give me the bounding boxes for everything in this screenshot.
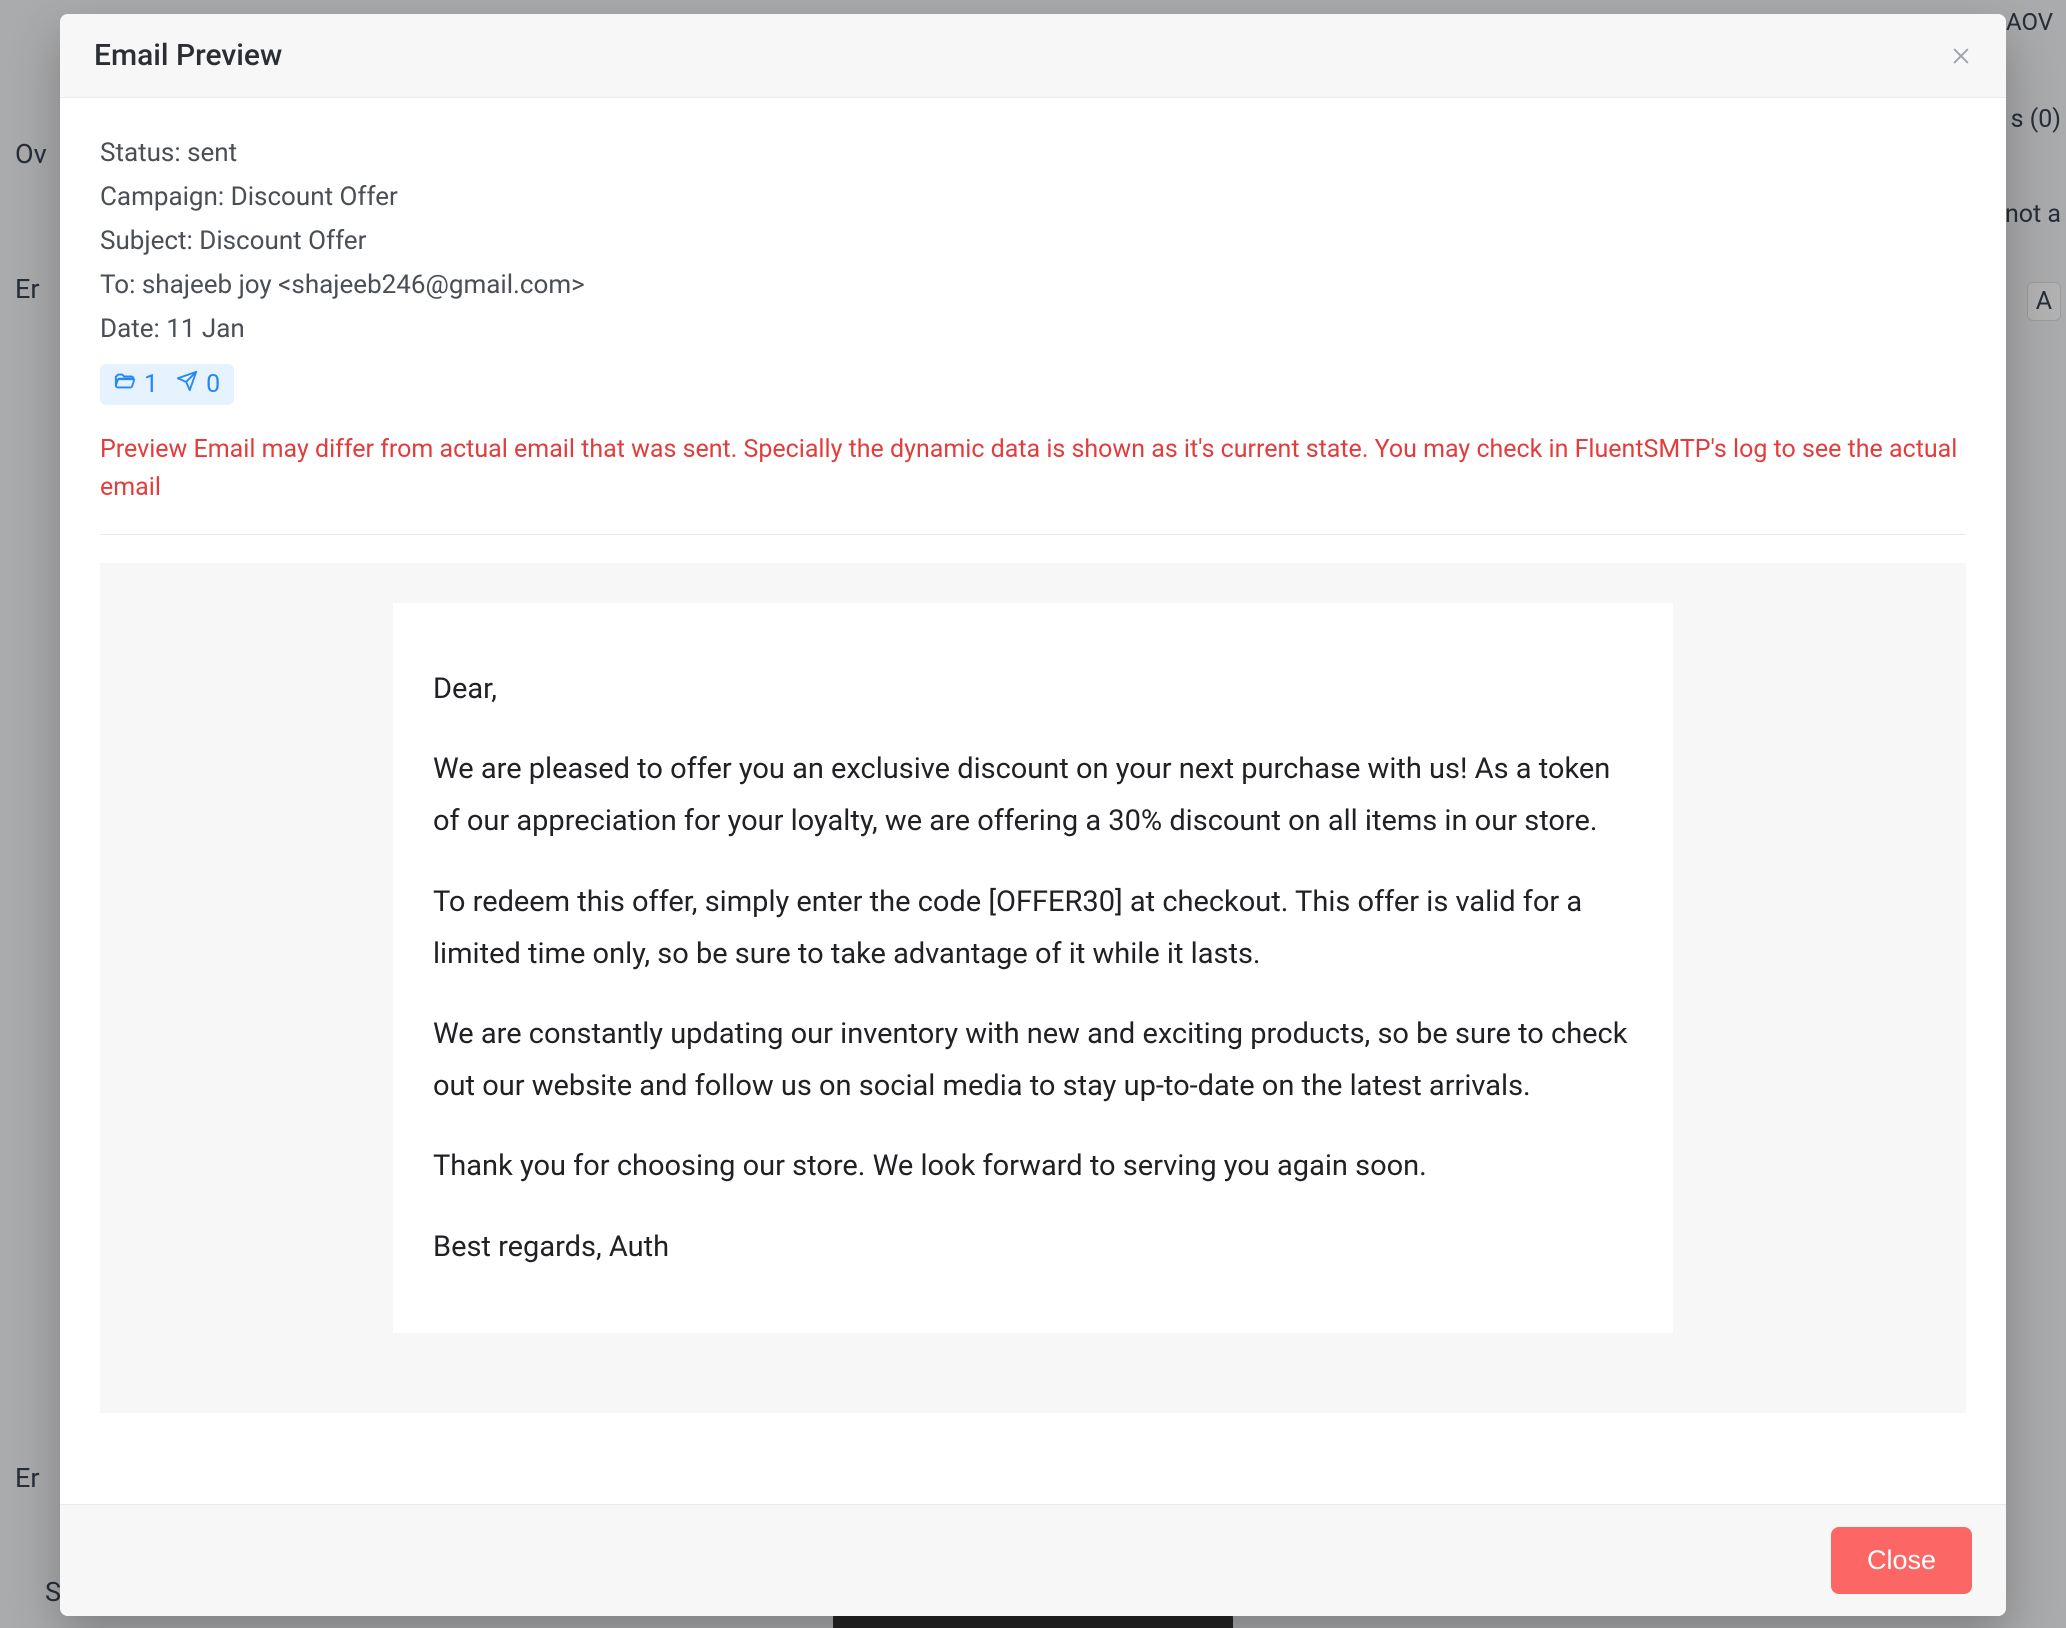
bg-text-a: A [2027, 282, 2061, 321]
meta-to: To: shajeeb joy <shajeeb246@gmail.com> [100, 270, 1966, 300]
email-preview-container: Dear, We are pleased to offer you an exc… [100, 563, 1966, 1413]
meta-date-label: Date: [100, 314, 160, 344]
email-paragraph-4: Thank you for choosing our store. We loo… [433, 1140, 1633, 1192]
email-paragraph-2: To redeem this offer, simply enter the c… [433, 876, 1633, 980]
meta-subject-value: Discount Offer [199, 226, 366, 256]
stat-clicks-value: 0 [206, 370, 220, 399]
meta-to-label: To: [100, 270, 135, 300]
meta-status-label: Status: [100, 138, 181, 168]
close-icon[interactable] [1950, 45, 1972, 67]
meta-campaign-value: Discount Offer [231, 182, 398, 212]
bg-text-s0: s (0) [2011, 105, 2061, 134]
email-greeting: Dear, [433, 663, 1633, 715]
meta-campaign: Campaign: Discount Offer [100, 182, 1966, 212]
meta-campaign-label: Campaign: [100, 182, 224, 212]
meta-to-value: shajeeb joy <shajeeb246@gmail.com> [142, 270, 585, 300]
modal-body: Status: sent Campaign: Discount Offer Su… [60, 98, 2006, 1504]
bg-text-er2: Er [15, 1462, 40, 1494]
meta-date-value: 11 Jan [166, 314, 245, 344]
bg-text-nota: not a [2005, 200, 2061, 229]
close-button[interactable]: Close [1831, 1527, 1972, 1594]
bg-text-sc: S [45, 1576, 61, 1608]
meta-subject: Subject: Discount Offer [100, 226, 1966, 256]
email-preview-body: Dear, We are pleased to offer you an exc… [393, 603, 1673, 1333]
email-preview-modal: Email Preview Status: sent Campaign: Dis… [60, 14, 2006, 1616]
email-paragraph-3: We are constantly updating our inventory… [433, 1008, 1633, 1112]
send-icon [176, 370, 198, 399]
email-signoff: Best regards, Auth [433, 1221, 1633, 1273]
stat-clicks[interactable]: 0 [176, 370, 220, 399]
stat-opens[interactable]: 1 [114, 370, 158, 399]
warning-text: Preview Email may differ from actual ema… [100, 431, 1966, 535]
modal-title: Email Preview [94, 38, 282, 73]
bg-text-er: Er [15, 273, 40, 305]
modal-footer: Close [60, 1504, 2006, 1616]
meta-status-value: sent [187, 138, 237, 168]
meta-subject-label: Subject: [100, 226, 193, 256]
meta-date: Date: 11 Jan [100, 314, 1966, 344]
meta-status: Status: sent [100, 138, 1966, 168]
bg-text-aov: AOV [1998, 0, 2061, 44]
modal-header: Email Preview [60, 14, 2006, 98]
email-paragraph-1: We are pleased to offer you an exclusive… [433, 743, 1633, 847]
stats-row: 1 0 [100, 364, 234, 405]
folder-open-icon [114, 370, 136, 399]
stat-opens-value: 1 [144, 370, 158, 399]
bg-text-ov: Ov [15, 138, 47, 170]
